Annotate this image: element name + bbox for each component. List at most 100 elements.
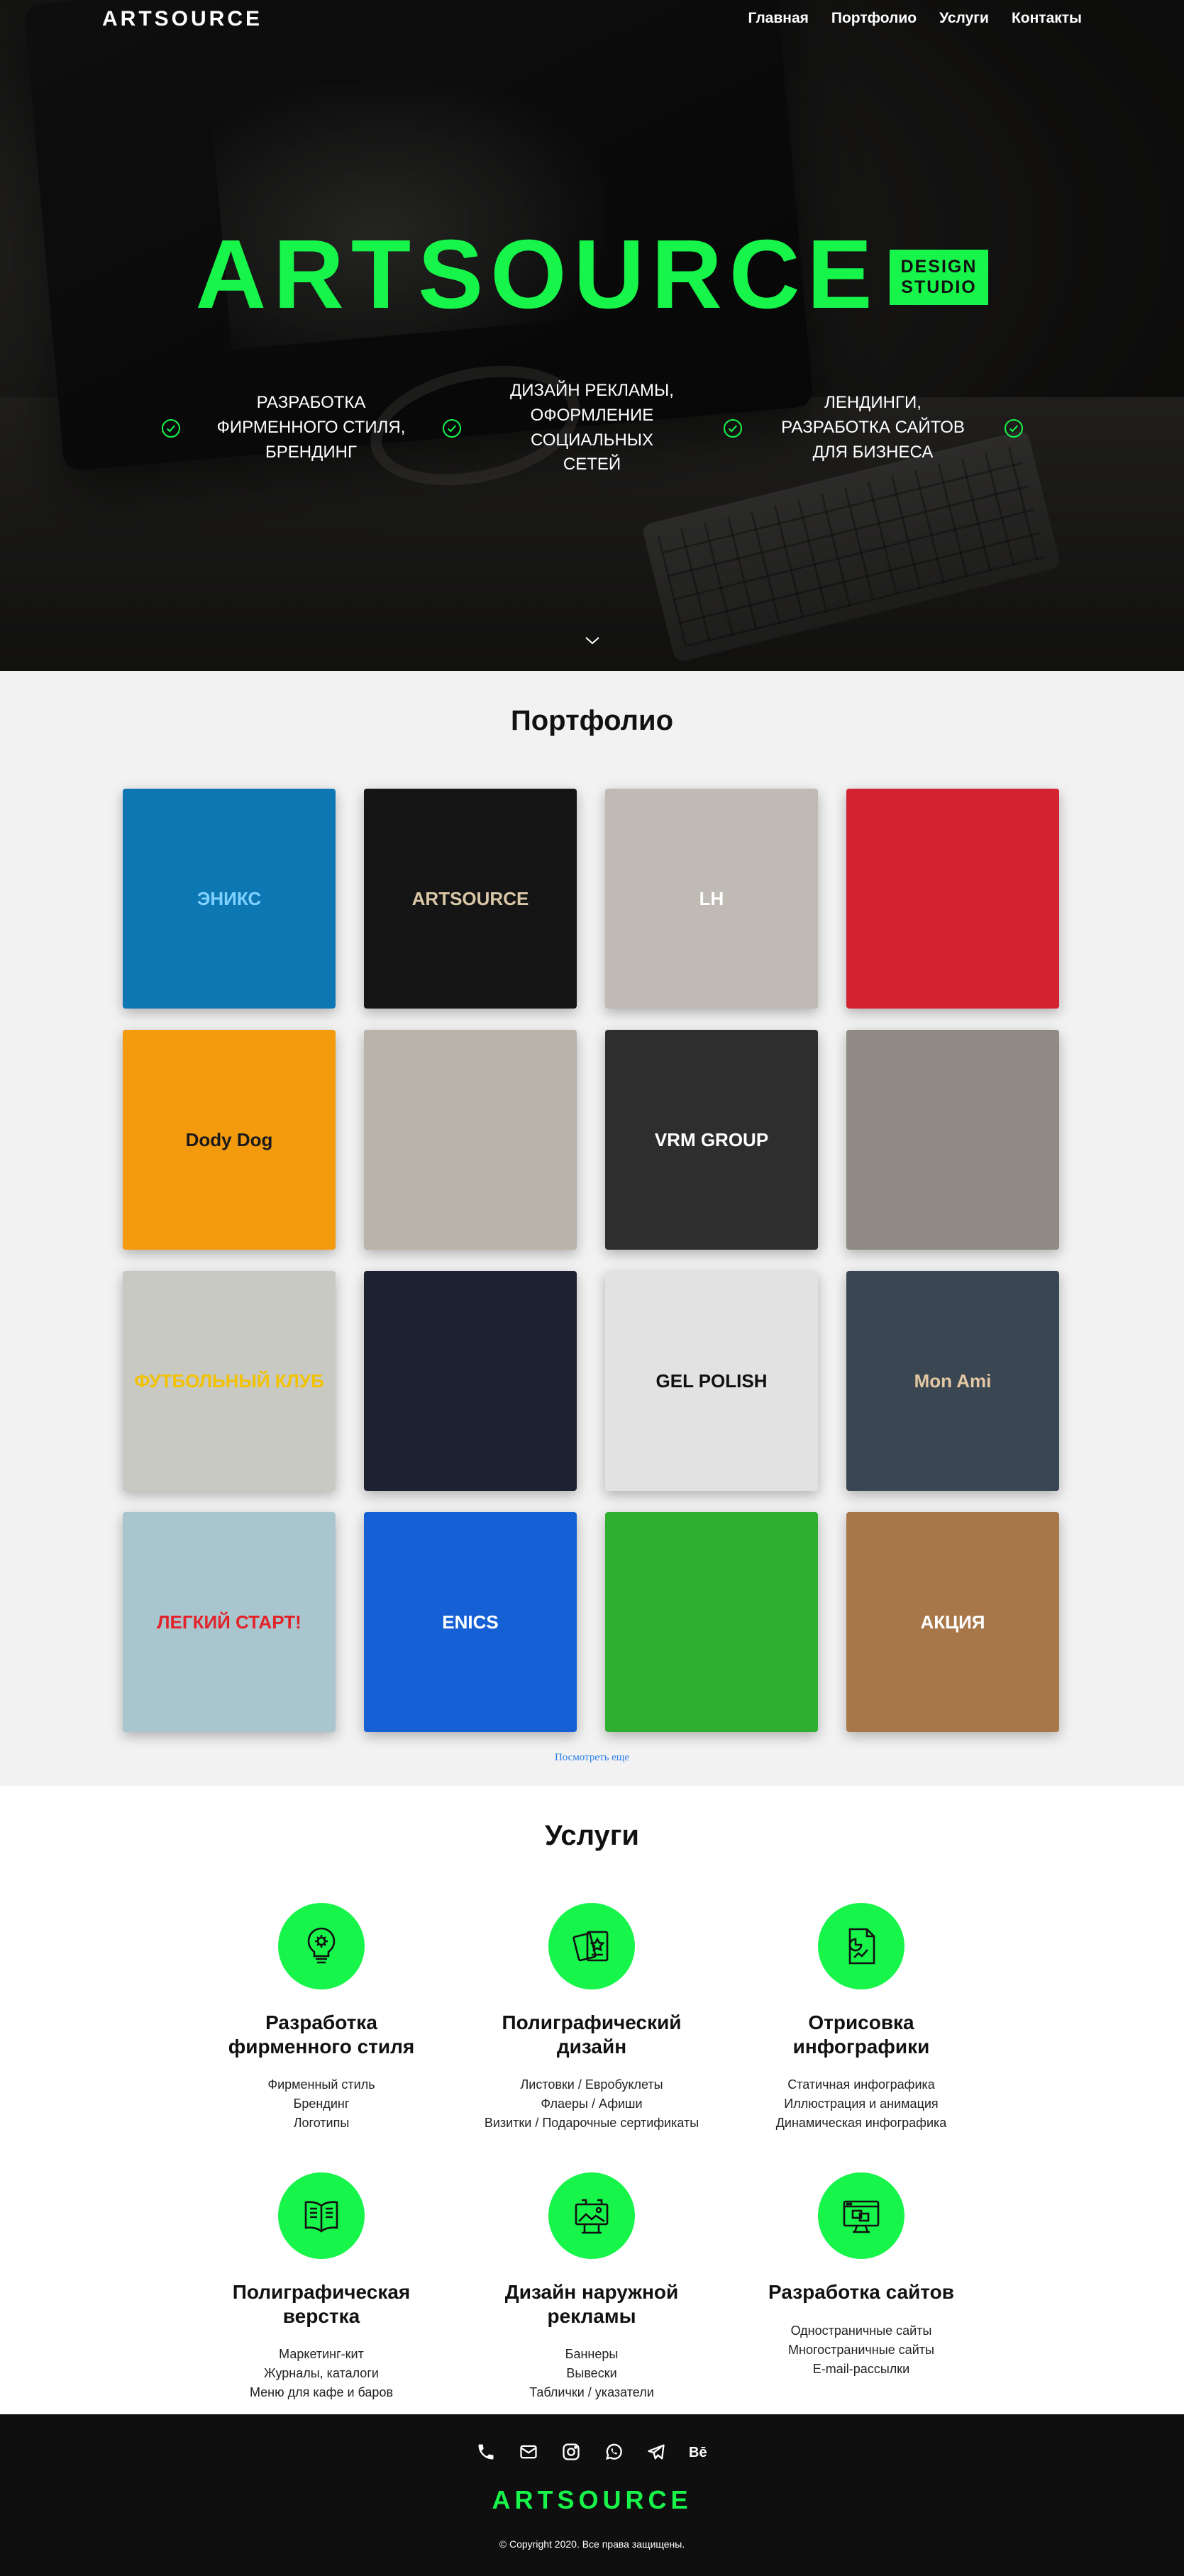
feature-line: РАЗРАБОТКА САЙТОВ: [781, 418, 965, 438]
services-title: Услуги: [545, 1820, 639, 1851]
service-list-item: Динамическая инфографика: [775, 2116, 947, 2131]
portfolio-tile[interactable]: VRM GROUP: [605, 1030, 818, 1250]
service-list: Одностраничные сайты Многостраничные сай…: [734, 2321, 989, 2379]
feature-line: ФИРМЕННОГО СТИЛЯ,: [216, 418, 406, 438]
chevron-down-icon[interactable]: [583, 631, 602, 650]
portfolio-tile[interactable]: [846, 1030, 1059, 1250]
portfolio-tile[interactable]: ЭНИКС: [123, 789, 336, 1009]
service-layout: Полиграфическая верстка Маркетинг-кит Жур…: [194, 2172, 449, 2402]
hero-section: ARTSOURCE Главная Портфолио Услуги Конта…: [0, 0, 1184, 671]
service-list-item: Флаеры / Афиши: [541, 2097, 643, 2111]
brand-logo[interactable]: ARTSOURCE: [102, 7, 262, 31]
portfolio-tile[interactable]: [605, 1512, 818, 1732]
portfolio-tile[interactable]: LH: [605, 789, 818, 1009]
feature-line: СЕТЕЙ: [563, 455, 621, 474]
check-circle-icon: [723, 418, 742, 438]
services-section: Услуги Разработка фирменного стиля Фирмен…: [0, 1786, 1184, 2414]
service-list-item: Листовки / Евробуклеты: [520, 2077, 663, 2092]
service-title: Отрисовка инфографики: [792, 2011, 930, 2058]
portfolio-tile-caption: LH: [699, 887, 724, 909]
portfolio-tile[interactable]: ARTSOURCE: [364, 789, 577, 1009]
service-websites: Разработка сайтов Одностраничные сайты М…: [734, 2172, 989, 2379]
service-list-item: Фирменный стиль: [267, 2077, 375, 2092]
nav-link-contacts[interactable]: Контакты: [1012, 10, 1082, 27]
service-list-item: Маркетинг-кит: [279, 2347, 364, 2362]
top-navigation: ARTSOURCE Главная Портфолио Услуги Конта…: [0, 0, 1184, 40]
service-title: Разработка сайтов: [768, 2281, 954, 2303]
footer: Bē ARTSOURCE © Copyright 2020. Все права…: [0, 2414, 1184, 2576]
service-list-item: Логотипы: [293, 2116, 350, 2131]
feature-websites: ЛЕНДИНГИ, РАЗРАБОТКА САЙТОВ ДЛЯ БИЗНЕСА: [749, 391, 997, 465]
phone-icon[interactable]: [475, 2441, 497, 2463]
behance-icon[interactable]: Bē: [688, 2441, 709, 2463]
portfolio-tile-caption: АКЦИЯ: [920, 1611, 985, 1633]
feature-ad-design: ДИЗАЙН РЕКЛАМЫ, ОФОРМЛЕНИЕ СОЦИАЛЬНЫХ СЕ…: [468, 379, 717, 477]
check-circle-icon: [1004, 418, 1023, 438]
service-infographics: Отрисовка инфографики Статичная инфографи…: [734, 1903, 989, 2133]
service-list: Баннеры Вывески Таблички / указатели: [464, 2345, 719, 2402]
portfolio-tile[interactable]: [364, 1271, 577, 1491]
footer-brand: ARTSOURCE: [492, 2485, 692, 2514]
service-list-item: E-mail-рассылки: [812, 2361, 910, 2376]
portfolio-tile[interactable]: Mon Ami: [846, 1271, 1059, 1491]
service-list-item: Меню для кафе и баров: [249, 2385, 394, 2400]
feature-line: РАЗРАБОТКА: [256, 393, 366, 413]
nav-link-services[interactable]: Услуги: [939, 10, 989, 27]
service-list-item: Брендинг: [293, 2097, 350, 2111]
portfolio-tile[interactable]: [846, 789, 1059, 1009]
lightbulb-gear-icon: [278, 1903, 365, 1989]
service-list-item: Иллюстрация и анимация: [784, 2097, 939, 2111]
service-print-design: Полиграфический дизайн Листовки / Евробук…: [464, 1903, 719, 2133]
hero-dark-overlay: [0, 0, 1184, 671]
service-list: Листовки / Евробуклеты Флаеры / Афиши Ви…: [464, 2075, 719, 2133]
portfolio-section: Портфолио ЭНИКС ARTSOURCE LH Dody Dog VRM GR…: [0, 671, 1184, 1786]
telegram-icon[interactable]: [646, 2441, 667, 2463]
portfolio-tile-caption: ФУТБОЛЬНЫЙ КЛУБ: [134, 1370, 324, 1392]
hero-features: РАЗРАБОТКА ФИРМЕННОГО СТИЛЯ, БРЕНДИНГ ДИ…: [0, 379, 1184, 477]
hero-brand-text: ARTSOURCE: [195, 220, 880, 329]
portfolio-tile-caption: Dody Dog: [185, 1128, 273, 1150]
mail-icon[interactable]: [518, 2441, 539, 2463]
nav-link-portfolio[interactable]: Портфолио: [831, 10, 917, 27]
service-list-item: Таблички / указатели: [529, 2385, 654, 2400]
nav-link-home[interactable]: Главная: [748, 10, 808, 27]
feature-line: ЛЕНДИНГИ,: [824, 393, 922, 413]
feature-branding: РАЗРАБОТКА ФИРМЕННОГО СТИЛЯ, БРЕНДИНГ: [187, 391, 436, 465]
portfolio-tile[interactable]: АКЦИЯ: [846, 1512, 1059, 1732]
service-title: Разработка фирменного стиля: [228, 2011, 415, 2058]
check-circle-icon: [442, 418, 461, 438]
service-title: Дизайн наружной рекламы: [504, 2281, 679, 2327]
whatsapp-icon[interactable]: [603, 2441, 624, 2463]
instagram-icon[interactable]: [560, 2441, 582, 2463]
see-more-link[interactable]: Посмотреть еще: [0, 1752, 1184, 1764]
service-list-item: Журналы, каталоги: [264, 2366, 379, 2381]
web-monitor-icon: [818, 2172, 904, 2259]
portfolio-tile[interactable]: Dody Dog: [123, 1030, 336, 1250]
portfolio-tile-caption: ЭНИКС: [197, 887, 262, 909]
badge-line: STUDIO: [901, 277, 977, 297]
portfolio-tile[interactable]: ФУТБОЛЬНЫЙ КЛУБ: [123, 1271, 336, 1491]
portfolio-tile[interactable]: GEL POLISH: [605, 1271, 818, 1491]
check-circle-icon: [161, 418, 180, 438]
badge-line: DESIGN: [900, 257, 978, 277]
open-book-icon: [278, 2172, 365, 2259]
portfolio-tile[interactable]: [364, 1030, 577, 1250]
portfolio-grid: ЭНИКС ARTSOURCE LH Dody Dog VRM GROUP ФУТБОЛЬ…: [123, 789, 1059, 1732]
feature-line: ОФОРМЛЕНИЕ СОЦИАЛЬНЫХ: [530, 405, 654, 450]
portfolio-tile-caption: GEL POLISH: [655, 1370, 768, 1392]
feature-line: ДИЗАЙН РЕКЛАМЫ,: [510, 381, 674, 400]
social-links: Bē: [0, 2441, 1184, 2463]
portfolio-tile[interactable]: ENICS: [364, 1512, 577, 1732]
service-list-item: Статичная инфографика: [787, 2077, 935, 2092]
hero-title: ARTSOURCE DESIGN STUDIO: [0, 226, 1184, 323]
print-cards-icon: [548, 1903, 635, 1989]
service-list-item: Многостраничные сайты: [788, 2342, 934, 2357]
portfolio-tile-caption: Mon Ami: [914, 1370, 992, 1392]
portfolio-title: Портфолио: [510, 705, 674, 736]
portfolio-tile-caption: ARTSOURCE: [411, 887, 529, 909]
service-title: Полиграфическая верстка: [232, 2281, 411, 2327]
billboard-icon: [548, 2172, 635, 2259]
portfolio-tile[interactable]: ЛЕГКИЙ СТАРТ!: [123, 1512, 336, 1732]
feature-line: ДЛЯ БИЗНЕСА: [812, 442, 934, 462]
service-list-item: Баннеры: [565, 2347, 619, 2362]
